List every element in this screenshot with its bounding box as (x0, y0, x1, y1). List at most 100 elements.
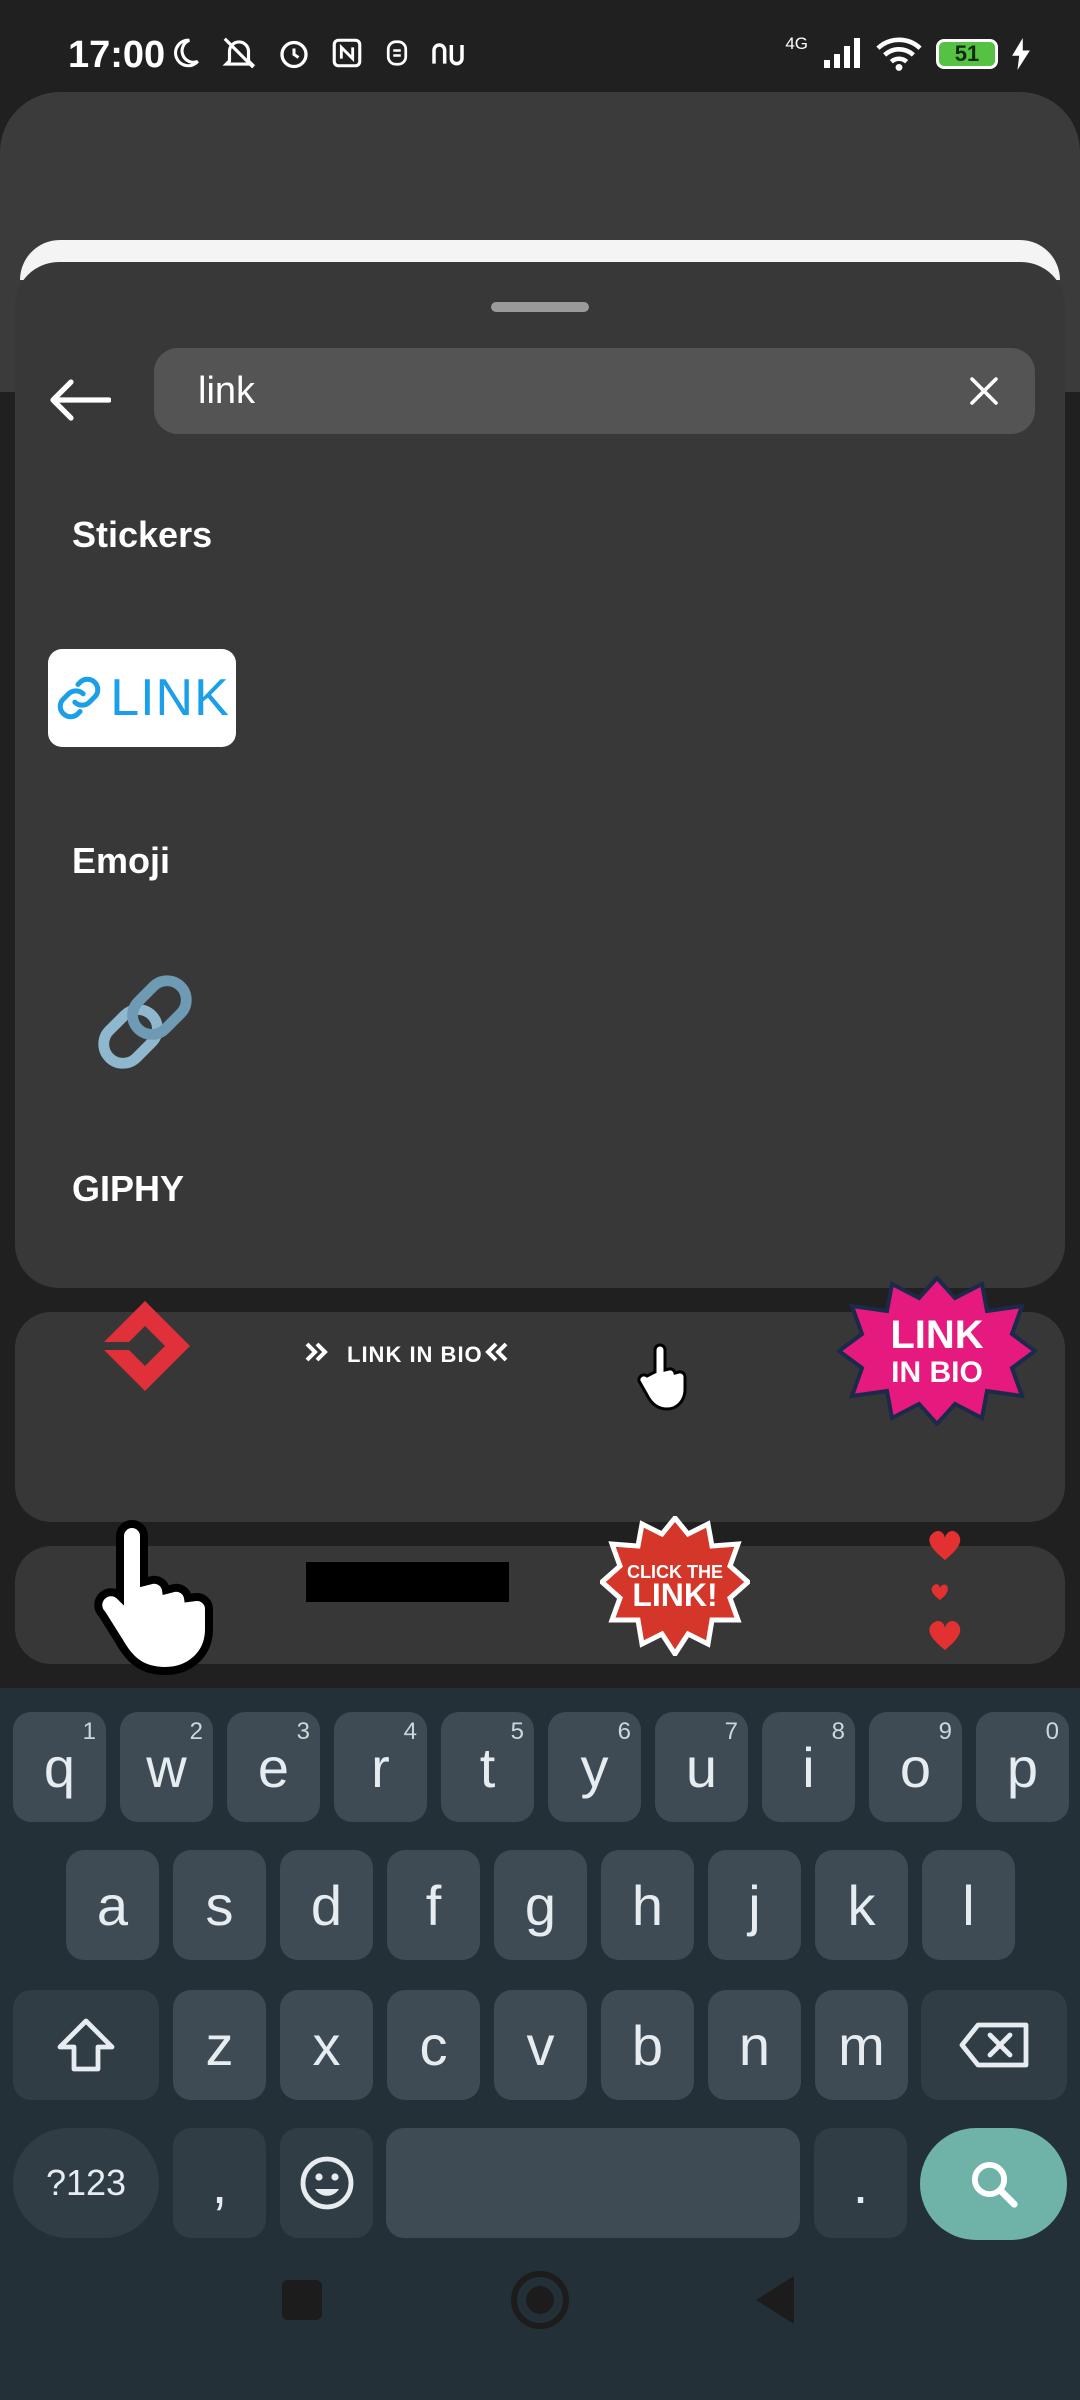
key-j-label: j (748, 1873, 761, 1937)
key-w-label: w (146, 1735, 187, 1799)
giphy-results-row-1: LINK IN BIO LINK IN BIO (15, 1276, 1065, 1522)
key-v[interactable]: v (494, 1990, 587, 2100)
sticker-search-sheet: Stickers LINK Emoji GIPHY (15, 262, 1065, 1288)
search-icon (971, 2161, 1018, 2208)
moon-icon (174, 38, 199, 68)
key-r-hint: 4 (403, 1718, 417, 1745)
key-t[interactable]: t5 (441, 1712, 534, 1822)
click-line-2: LINK! (632, 1577, 717, 1613)
giphy-link-in-bio-banner[interactable]: LINK IN BIO (347, 1342, 483, 1368)
key-r-label: r (371, 1735, 390, 1799)
key-a[interactable]: a (66, 1850, 159, 1960)
key-f[interactable]: f (387, 1850, 480, 1960)
key-c[interactable]: c (387, 1990, 480, 2100)
key-d-label: d (310, 1873, 343, 1937)
search-key[interactable] (920, 2128, 1067, 2240)
emoji-icon (300, 2156, 353, 2210)
key-t-label: t (479, 1735, 496, 1799)
key-k[interactable]: k (815, 1850, 908, 1960)
key-i[interactable]: i8 (762, 1712, 855, 1822)
home-button[interactable] (510, 2270, 570, 2330)
nfc-icon (332, 38, 362, 68)
period-key-label: . (852, 2151, 869, 2215)
key-f-label: f (425, 1873, 442, 1937)
charging-icon (1012, 38, 1030, 70)
giphy-chevrons-left (305, 1342, 328, 1362)
badge-line-1: LINK (890, 1313, 983, 1357)
link-sticker-label: LINK (110, 669, 230, 727)
giphy-results-row-2: CLICK THE LINK! (15, 1516, 1065, 1676)
key-r[interactable]: r4 (334, 1712, 427, 1822)
emoji-key[interactable] (280, 2128, 373, 2238)
key-x[interactable]: x (280, 1990, 373, 2100)
key-z[interactable]: z (173, 1990, 266, 2100)
giphy-black-bar[interactable] (306, 1562, 509, 1602)
comma-key-label: , (211, 2151, 228, 2215)
key-u-label: u (685, 1735, 718, 1799)
giphy-click-the-link-badge[interactable]: CLICK THE LINK! (600, 1516, 750, 1656)
key-e[interactable]: e3 (227, 1712, 320, 1822)
key-c-label: c (419, 2013, 448, 2077)
backspace-key[interactable] (921, 1990, 1067, 2100)
key-e-hint: 3 (296, 1718, 310, 1745)
badge-line-2: IN BIO (891, 1356, 983, 1389)
drag-handle[interactable] (491, 302, 589, 312)
key-o-label: o (899, 1735, 932, 1799)
symbols-key[interactable]: ?123 (13, 2128, 159, 2238)
key-g[interactable]: g (494, 1850, 587, 1960)
key-u[interactable]: u7 (655, 1712, 748, 1822)
link-sticker[interactable]: LINK (48, 649, 236, 747)
back-button[interactable] (41, 362, 117, 438)
giphy-hearts[interactable] (920, 1524, 970, 1674)
period-key[interactable]: . (814, 2128, 907, 2238)
shift-icon (57, 2018, 115, 2072)
navigation-bar (0, 2230, 1080, 2400)
clear-icon (970, 377, 998, 405)
key-k-label: k (847, 1873, 876, 1937)
key-q[interactable]: q1 (13, 1712, 106, 1822)
signal-icon (824, 38, 860, 68)
key-y[interactable]: y6 (548, 1712, 641, 1822)
pointing-hand-icon[interactable] (80, 1516, 250, 1676)
chain-link-icon (57, 676, 101, 720)
key-m[interactable]: m (815, 1990, 908, 2100)
key-h[interactable]: h (601, 1850, 694, 1960)
key-d[interactable]: d (280, 1850, 373, 1960)
hand-cursor-icon[interactable] (635, 1342, 695, 1414)
key-n[interactable]: n (708, 1990, 801, 2100)
giphy-red-diamond[interactable] (90, 1296, 200, 1396)
giphy-link-in-bio-badge[interactable]: LINK IN BIO (837, 1276, 1037, 1426)
section-title-stickers: Stickers (72, 514, 213, 555)
status-icons-right: 4G 51 (785, 34, 1030, 72)
recents-button[interactable] (280, 2278, 324, 2322)
link-emoji[interactable] (85, 962, 205, 1082)
key-p[interactable]: p0 (976, 1712, 1069, 1822)
key-w[interactable]: w2 (120, 1712, 213, 1822)
clear-search-button[interactable] (963, 370, 1005, 412)
search-input[interactable] (198, 368, 898, 414)
search-bar[interactable] (154, 348, 1035, 434)
chain-link-emoji-icon (98, 975, 192, 1069)
key-m-label: m (838, 2013, 885, 2077)
key-s[interactable]: s (173, 1850, 266, 1960)
shift-key[interactable] (13, 1990, 159, 2100)
key-p-hint: 0 (1045, 1718, 1059, 1745)
comma-key[interactable]: , (173, 2128, 266, 2238)
battery-indicator: 51 (936, 39, 998, 69)
key-j[interactable]: j (708, 1850, 801, 1960)
mute-bell-icon (222, 37, 256, 69)
key-y-label: y (580, 1735, 609, 1799)
back-nav-button[interactable] (752, 2274, 796, 2326)
wifi-icon (876, 37, 922, 71)
key-s-label: s (205, 1873, 234, 1937)
key-l[interactable]: l (922, 1850, 1015, 1960)
space-key[interactable] (386, 2128, 800, 2238)
key-o[interactable]: o9 (869, 1712, 962, 1822)
key-o-hint: 9 (938, 1718, 952, 1745)
key-b[interactable]: b (601, 1990, 694, 2100)
key-h-label: h (631, 1873, 664, 1937)
section-title-emoji: Emoji (72, 840, 171, 881)
key-t-hint: 5 (510, 1718, 524, 1745)
giphy-chevrons-right (485, 1342, 508, 1362)
key-n-label: n (738, 2013, 771, 2077)
